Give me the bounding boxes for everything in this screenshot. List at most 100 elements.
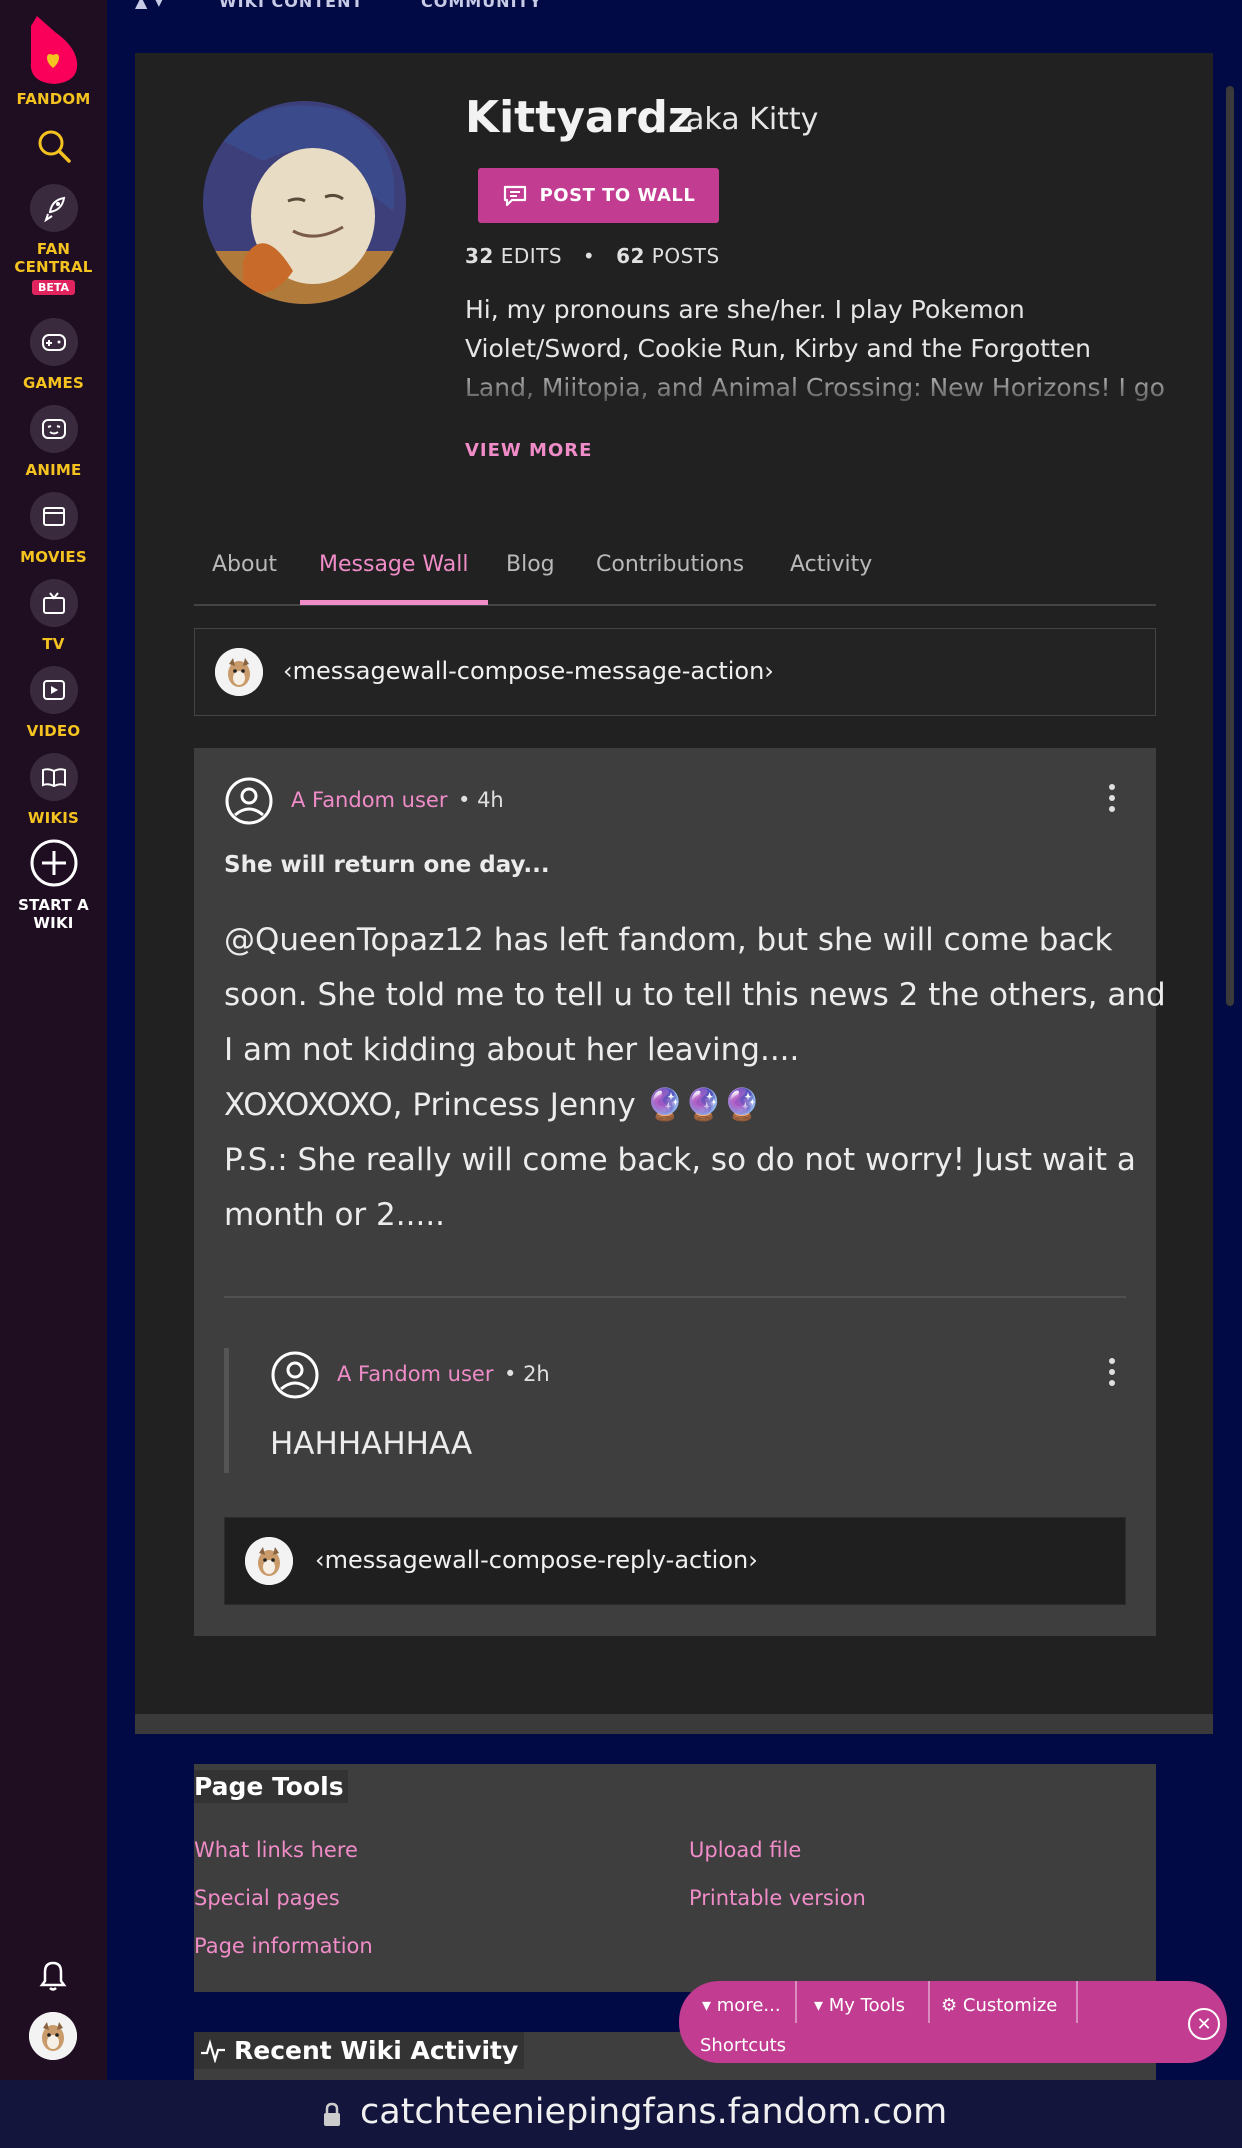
tab-activity[interactable]: Activity [790, 552, 872, 577]
view-more-link[interactable]: VIEW MORE [465, 440, 592, 461]
message-author[interactable]: A Fandom user [291, 788, 448, 812]
recent-activity-title: Recent Wiki Activity [234, 2036, 519, 2065]
user-placeholder-icon [225, 777, 273, 825]
message-line: I am not kidding about her leaving.... [224, 1032, 800, 1068]
shortcuts-link[interactable]: Shortcuts [700, 2035, 786, 2056]
mini-toolbar: ▾ more... ▾ My Tools ⚙ Customize Shortcu… [679, 1981, 1227, 2063]
profile-username: Kittyardz [465, 92, 694, 143]
nav-item-anime[interactable]: ANIME [0, 405, 107, 479]
page-tools-title: Page Tools [194, 1770, 348, 1803]
notifications-button[interactable] [37, 1957, 69, 1993]
more-dropdown[interactable]: ▾ more... [702, 1995, 781, 2016]
global-navigation: FANDOM FAN CENTRAL BETA GAMES ANIME MOVIE… [0, 0, 107, 2080]
nav-label: WIKIS [27, 809, 80, 827]
user-avatar[interactable] [29, 2012, 77, 2060]
post-to-wall-button[interactable]: POST TO WALL [478, 168, 719, 223]
message-bubble-icon [503, 185, 526, 206]
message-time: • 4h [458, 788, 504, 812]
compose-avatar [215, 648, 263, 696]
anime-face-icon [29, 405, 78, 453]
toolbar-separator [928, 1981, 930, 2023]
reply-text: HAHHAHHAA [270, 1426, 473, 1462]
active-tab-indicator [300, 600, 488, 605]
reply-time: • 2h [504, 1362, 550, 1386]
printable-version-link[interactable]: Printable version [689, 1886, 866, 1910]
reply-time-value: 2h [523, 1362, 550, 1386]
search-icon [38, 130, 71, 163]
play-icon [29, 666, 78, 714]
nav-label: TV [42, 635, 65, 653]
what-links-here-link[interactable]: What links here [194, 1838, 358, 1862]
message-line: month or 2..... [224, 1197, 446, 1233]
book-icon [29, 753, 78, 801]
profile-aka: aka Kitty [686, 102, 819, 137]
plus-circle-icon [30, 839, 77, 887]
nav-item-start-a-wiki[interactable]: START A WIKI [0, 838, 107, 932]
nav-item-games[interactable]: GAMES [0, 318, 107, 392]
nav-item-tv[interactable]: TV [0, 579, 107, 653]
gear-icon: ⚙ [941, 1995, 958, 2016]
message-line: P.S.: She really will come back, so do n… [224, 1142, 1136, 1178]
activity-pulse-icon [201, 2038, 225, 2063]
tab-message-wall[interactable]: Message Wall [319, 552, 468, 577]
special-pages-link[interactable]: Special pages [194, 1886, 340, 1910]
my-tools-dropdown[interactable]: ▾ My Tools [814, 1995, 905, 2016]
toolbar-separator [795, 1981, 797, 2023]
more-label: more... [716, 1995, 781, 2016]
nav-item-wikis[interactable]: WIKIS [0, 753, 107, 827]
nav-item-fan-central[interactable]: FAN CENTRAL BETA [0, 184, 107, 295]
message-time-value: 4h [477, 788, 504, 812]
thread-divider [224, 1296, 1126, 1298]
nav-wiki-content[interactable]: WIKI CONTENT [219, 0, 363, 11]
nav-label: WIKI [33, 914, 74, 932]
nav-label: ANIME [25, 461, 82, 479]
upload-file-link[interactable]: Upload file [689, 1838, 801, 1862]
toolbar-separator [1076, 1981, 1078, 2023]
user-placeholder-icon [271, 1351, 319, 1399]
reply-more-options-icon[interactable] [1108, 1358, 1116, 1388]
page-information-link[interactable]: Page information [194, 1934, 373, 1958]
post-to-wall-label: POST TO WALL [539, 185, 696, 206]
tab-blog[interactable]: Blog [506, 552, 555, 577]
customize-button[interactable]: ⚙ Customize [941, 1995, 1057, 2016]
nav-item-video[interactable]: VIDEO [0, 666, 107, 740]
reply-compose-box[interactable]: ‹messagewall-compose-reply-action› [224, 1517, 1126, 1605]
close-icon[interactable]: ✕ [1188, 2008, 1220, 2040]
tab-contributions[interactable]: Contributions [596, 552, 744, 577]
url-text: catchteeniepingfans.fandom.com [360, 2092, 948, 2132]
more-options-icon[interactable] [1108, 784, 1116, 814]
browser-url-bar[interactable]: catchteeniepingfans.fandom.com [0, 2080, 1242, 2148]
fandom-flame-icon [30, 16, 77, 84]
edits-label: EDITS [500, 244, 563, 268]
message-line: @QueenTopaz12 has left fandom, but she w… [224, 922, 1113, 958]
rocket-icon [29, 184, 78, 232]
search-button[interactable] [0, 128, 107, 168]
card-footer-strip [135, 1714, 1213, 1734]
nav-item-movies[interactable]: MOVIES [0, 492, 107, 566]
bell-icon [39, 1961, 67, 1991]
nav-label: GAMES [23, 374, 84, 392]
lock-icon [324, 2102, 340, 2126]
fandom-label: FANDOM [16, 90, 91, 108]
compose-placeholder: ‹messagewall-compose-message-action› [283, 657, 774, 685]
reply-compose-placeholder: ‹messagewall-compose-reply-action› [315, 1546, 758, 1574]
tv-icon [29, 579, 78, 627]
message-compose-box[interactable]: ‹messagewall-compose-message-action› [194, 628, 1156, 716]
reply-author[interactable]: A Fandom user [337, 1362, 494, 1386]
nav-label: START A [18, 896, 89, 914]
nav-community[interactable]: COMMUNITY [421, 0, 542, 11]
message-thread: A Fandom user • 4h She will return one d… [194, 748, 1166, 1636]
profile-avatar [203, 101, 406, 304]
message-body: @QueenTopaz12 has left fandom, but she w… [224, 913, 1166, 1243]
profile-tabs: About Message Wall Blog Contributions Ac… [194, 540, 1156, 606]
scrollbar[interactable] [1226, 86, 1234, 1006]
message-line: XOXOXOXO, Princess Jenny 🔮🔮🔮 [224, 1087, 762, 1123]
wiki-menu-toggle[interactable]: ▲ ▾ [135, 0, 164, 11]
tab-about[interactable]: About [212, 552, 277, 577]
customize-label: Customize [962, 1995, 1058, 2016]
beta-badge: BETA [31, 280, 76, 295]
nav-label: FAN [36, 240, 71, 258]
nav-label: VIDEO [26, 722, 81, 740]
reply-indent-bar [224, 1348, 229, 1473]
fandom-logo[interactable]: FANDOM [0, 12, 107, 108]
